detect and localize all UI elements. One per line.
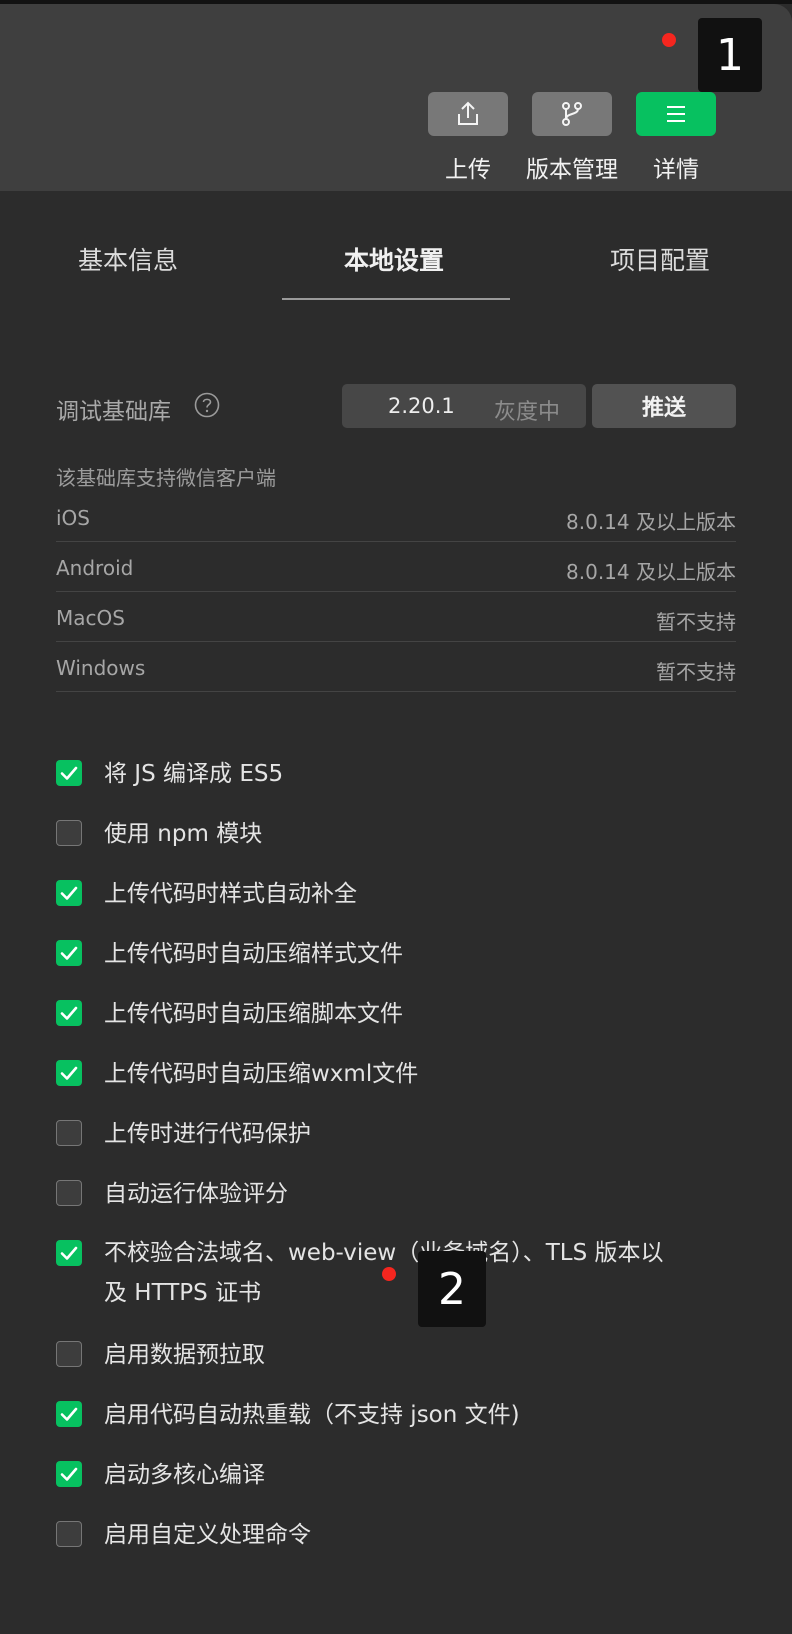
check-icon <box>60 766 78 780</box>
option-label: 启用代码自动热重载（不支持 json 文件) <box>104 1402 520 1428</box>
support-os: Android <box>56 556 134 580</box>
checkbox[interactable] <box>56 1060 82 1086</box>
option-label: 启用自定义处理命令 <box>104 1522 311 1548</box>
details-label: 详情 <box>653 157 699 183</box>
support-row: Windows 暂不支持 <box>56 642 736 692</box>
option-label: 启用数据预拉取 <box>104 1342 265 1368</box>
check-icon <box>60 946 78 960</box>
option-label: 将 JS 编译成 ES5 <box>104 761 284 787</box>
tab-bar: 基本信息 本地设置 项目配置 <box>0 191 792 321</box>
debug-lib-row: 调试基础库 2.20.1 灰度中 推送 <box>56 384 736 428</box>
version-value: 2.20.1 <box>388 394 455 418</box>
option-label: 上传代码时自动压缩wxml文件 <box>104 1061 419 1087</box>
check-icon <box>60 886 78 900</box>
upload-icon <box>458 101 478 125</box>
support-version: 8.0.14 及以上版本 <box>566 560 736 584</box>
support-title: 该基础库支持微信客户端 <box>56 466 276 490</box>
check-icon <box>60 1467 78 1481</box>
option-label: 上传代码时自动压缩脚本文件 <box>104 1001 403 1027</box>
option-label: 自动运行体验评分 <box>104 1181 288 1207</box>
support-os: Windows <box>56 656 146 680</box>
check-icon <box>60 1066 78 1080</box>
check-icon <box>60 1407 78 1421</box>
tab-project-config[interactable]: 项目配置 <box>610 241 710 277</box>
option-label: 启动多核心编译 <box>104 1462 265 1488</box>
marker-2: 2 <box>418 1251 486 1327</box>
checkbox[interactable] <box>56 1461 82 1487</box>
check-icon <box>60 1246 78 1260</box>
check-icon <box>60 1006 78 1020</box>
checkbox[interactable] <box>56 1521 82 1547</box>
menu-icon <box>667 106 685 122</box>
option-label: 上传代码时样式自动补全 <box>104 881 357 907</box>
checkbox[interactable] <box>56 1120 82 1146</box>
help-icon[interactable] <box>194 392 220 418</box>
marker-1: 1 <box>698 18 762 92</box>
support-row: iOS 8.0.14 及以上版本 <box>56 492 736 542</box>
support-row: Android 8.0.14 及以上版本 <box>56 542 736 592</box>
active-tab-indicator <box>282 298 510 300</box>
option-label: 上传时进行代码保护 <box>104 1121 311 1147</box>
support-version: 8.0.14 及以上版本 <box>566 510 736 534</box>
checkbox[interactable] <box>56 1401 82 1427</box>
checkbox[interactable] <box>56 880 82 906</box>
upload-label: 上传 <box>445 157 491 183</box>
support-row: MacOS 暂不支持 <box>56 592 736 642</box>
checkbox[interactable] <box>56 760 82 786</box>
version-management-label: 版本管理 <box>526 157 618 183</box>
checkbox[interactable] <box>56 940 82 966</box>
checkbox[interactable] <box>56 1341 82 1367</box>
version-state: 灰度中 <box>494 400 561 425</box>
toolbar: 上传 版本管理 详情 <box>0 4 792 191</box>
option-label: 使用 npm 模块 <box>104 821 263 847</box>
checkbox[interactable] <box>56 1000 82 1026</box>
support-version: 暂不支持 <box>656 610 736 634</box>
upload-button[interactable] <box>428 92 508 136</box>
tab-basic-info[interactable]: 基本信息 <box>78 241 178 277</box>
checkbox[interactable] <box>56 820 82 846</box>
debug-lib-title: 调试基础库 <box>56 399 171 425</box>
support-version: 暂不支持 <box>656 660 736 684</box>
branch-icon <box>562 102 582 126</box>
tab-local-settings[interactable]: 本地设置 <box>344 241 444 277</box>
marker-dot-2 <box>382 1267 396 1281</box>
version-select[interactable]: 2.20.1 灰度中 <box>342 384 586 428</box>
push-button[interactable]: 推送 <box>592 384 736 428</box>
details-button[interactable] <box>636 92 716 136</box>
support-os: iOS <box>56 506 90 530</box>
support-os: MacOS <box>56 606 125 630</box>
option-label: 上传代码时自动压缩样式文件 <box>104 941 403 967</box>
marker-dot-1 <box>662 33 676 47</box>
checkbox[interactable] <box>56 1240 82 1266</box>
checkbox[interactable] <box>56 1180 82 1206</box>
version-management-button[interactable] <box>532 92 612 136</box>
